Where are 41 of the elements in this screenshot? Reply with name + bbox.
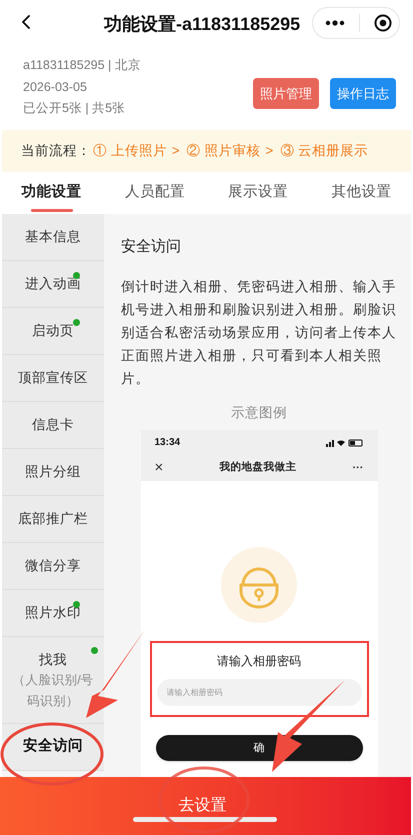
page-title: 功能设置-a11831185295 [104,13,300,36]
sidebar-item[interactable]: 基本信息 [2,214,104,261]
tab[interactable]: 人员配置 [103,172,206,214]
album-info: 已公开5张 | 共5张 [23,100,126,118]
close-app-icon[interactable] [374,14,392,32]
sidebar-item[interactable]: 照片水印 [2,590,104,637]
more-icon[interactable] [325,19,345,27]
tab[interactable]: 功能设置 [0,172,104,214]
capsule-menu[interactable] [312,7,400,39]
tab[interactable]: 其他设置 [310,172,413,214]
sidebar-item[interactable]: 顶部宣传区 [2,355,104,402]
sidebar-item[interactable]: 启动页 [2,308,104,355]
sidebar-item[interactable]: 安全访问 [2,724,104,771]
section-title: 安全访问 [121,237,182,257]
sidebar-item[interactable]: 微信分享 [2,543,104,590]
close-icon: × [154,456,164,479]
more-icon: ··· [352,460,364,476]
flow-separator: > [265,142,274,160]
flow-step: ① 上传照片 [93,140,167,162]
tab[interactable]: 展示设置 [206,172,310,214]
album-info: 2026-03-05 [23,78,88,96]
sidebar-item[interactable]: 照片分组 [2,449,104,496]
sidebar-item[interactable]: 找我 （人脸识别/号码识别） [2,637,104,724]
status-icons [326,438,364,447]
flow-separator: > [172,142,180,160]
lock-icon [221,546,297,623]
confirm-button[interactable]: 确 [156,734,362,761]
section-description: 倒计时进入相册、凭密码进入相册、输入手机号进入相册和刷脸识别进入相册。刷脸识别适合私密活动场景应用，访问者上传本人正面照片进入相册，只可看到本人相关照片。 [121,278,397,388]
password-field[interactable]: 请输入相册密码 [156,678,362,706]
example-label: 示意图例 [230,404,288,422]
password-prompt: 请输入相册密码 [217,652,301,670]
flow-label: 当前流程： [21,142,91,160]
album-info: a11831185295 | 北京 [23,56,141,74]
flow-step: ③ 云相册展示 [280,140,368,162]
sidebar-item[interactable]: 信息卡 [2,402,104,449]
example-title: 我的地盘我做主 [219,460,296,475]
sidebar-item[interactable]: 进入动画 [2,261,104,308]
flow-step: ② 照片审核 [186,140,260,162]
sidebar-item[interactable]: 底部推广栏 [2,496,104,543]
status-time: 13:34 [154,436,180,450]
go-settings-button[interactable]: 去设置 [0,777,411,835]
